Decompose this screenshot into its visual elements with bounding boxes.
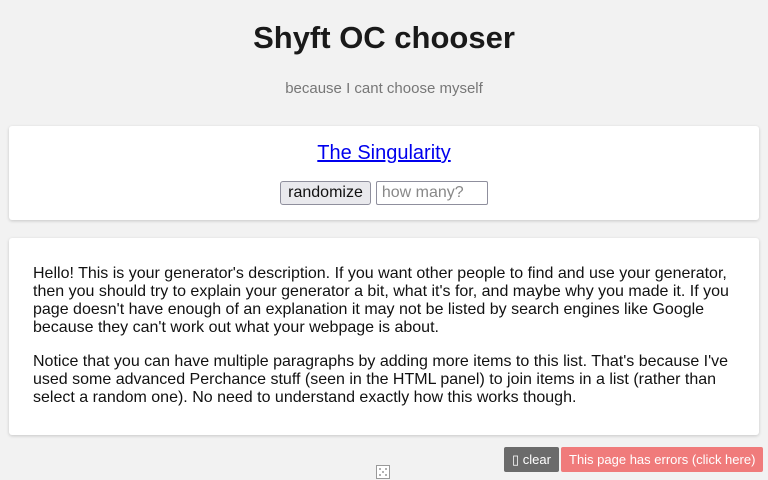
- page: Shyft OC chooser because I cant choose m…: [0, 0, 768, 480]
- clear-icon: ▯: [512, 452, 520, 467]
- dice-icon[interactable]: [376, 465, 390, 479]
- clear-label: clear: [522, 452, 551, 467]
- clear-button[interactable]: ▯ clear: [504, 447, 559, 472]
- description-text: Hello! This is your generator's descript…: [33, 265, 737, 423]
- how-many-input[interactable]: [375, 181, 488, 205]
- output-result-link[interactable]: The Singularity: [9, 142, 759, 165]
- generator-controls: randomize: [9, 181, 759, 205]
- page-subtitle: because I cant choose myself: [285, 80, 483, 97]
- page-title: Shyft OC chooser: [253, 20, 515, 55]
- description-paragraph-1: Hello! This is your generator's descript…: [33, 265, 729, 336]
- output-card: The Singularity randomize: [9, 126, 759, 220]
- errors-button[interactable]: This page has errors (click here): [561, 447, 764, 472]
- randomize-button[interactable]: randomize: [280, 181, 371, 205]
- description-card: Hello! This is your generator's descript…: [9, 238, 759, 435]
- description-paragraph-2: Notice that you can have multiple paragr…: [33, 353, 729, 406]
